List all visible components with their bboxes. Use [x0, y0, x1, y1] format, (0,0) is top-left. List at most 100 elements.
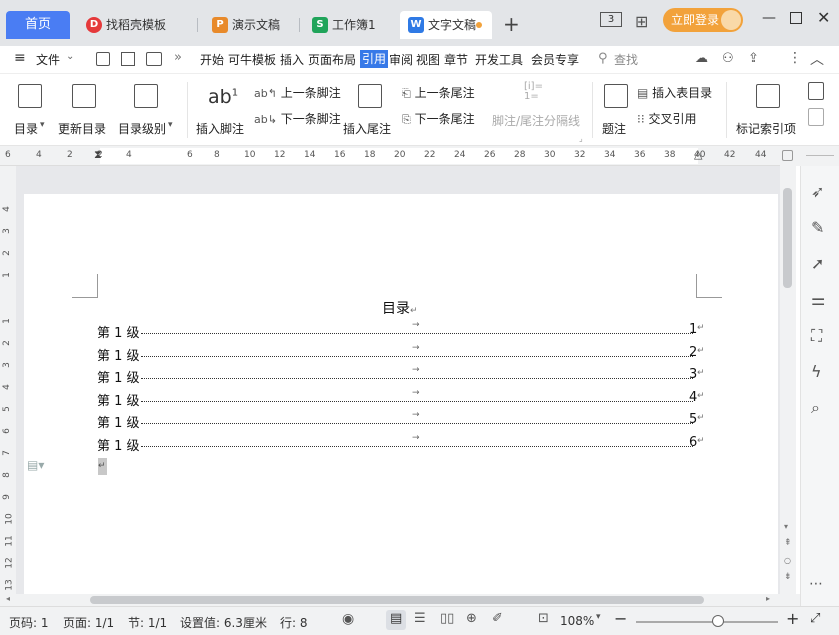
menu-tab-8[interactable]: 开发工具 [475, 51, 523, 68]
prev-page-icon[interactable]: ⇞ [784, 538, 792, 548]
document-page[interactable]: 目录↵ 第 1 级 → 1 ↵ 第 1 级 → 2 ↵ 第 1 级 → 3 ↵ 第 1 级 → 4 ↵ 第 1 … [24, 194, 778, 594]
page-status[interactable]: 页面: 1/1 [63, 614, 114, 631]
insert-table-toc-button[interactable]: ▤ 插入表目录 [637, 84, 712, 101]
more-dots-icon[interactable]: ⋯ [809, 576, 823, 592]
scroll-thumb[interactable] [90, 596, 704, 604]
indent-marker-icon[interactable]: ⧗ [94, 148, 102, 162]
toc-level-button[interactable]: 目录级别 ▾ [118, 82, 178, 140]
maximize-icon[interactable] [790, 12, 802, 24]
menu-tab-0[interactable]: 开始 [200, 51, 224, 68]
toc-entry[interactable]: 第 1 级 → 1 ↵ [97, 320, 709, 341]
insert-endnote-button[interactable]: 插入尾注 [343, 82, 395, 140]
mark-index-button[interactable]: 标记索引项 [736, 82, 800, 140]
cross-ref-button[interactable]: ⁝⁝ 交叉引用 [637, 110, 696, 127]
tab-template[interactable]: D 找稻壳模板 [78, 11, 198, 39]
new-tab-button[interactable]: + [503, 12, 520, 36]
tab-presentation[interactable]: P 演示文稿 [204, 11, 300, 39]
export-pdf-icon[interactable] [121, 52, 135, 66]
collaborate-icon[interactable]: ⚇ [722, 51, 734, 66]
share-icon[interactable]: ⇪ [748, 51, 759, 66]
fit-page-icon[interactable]: ⊡ [538, 611, 549, 626]
dialog-launcher-icon[interactable]: ⌟ [579, 134, 583, 143]
lightning-icon[interactable]: ϟ [811, 362, 822, 381]
menu-tab-3[interactable]: 页面布局 [308, 51, 356, 68]
fullscreen-icon[interactable]: ⤢ [810, 611, 820, 626]
update-index-icon[interactable] [808, 108, 824, 126]
scroll-right-icon[interactable]: ▸ [766, 594, 770, 603]
line-status[interactable]: 行: 8 [280, 614, 308, 631]
menu-tab-2[interactable]: 插入 [280, 51, 304, 68]
eye-icon[interactable]: ◉ [342, 611, 354, 627]
select-browse-icon[interactable]: ○ [784, 556, 791, 565]
cursor-paragraph-mark[interactable]: ↵ [98, 458, 107, 475]
setting-status[interactable]: 设置值: 6.3厘米 [180, 614, 267, 631]
tab-document[interactable]: W 文字文稿 [400, 11, 492, 39]
caption-button[interactable]: 题注 [600, 82, 632, 140]
menu-tab-5[interactable]: 审阅 [389, 51, 413, 68]
section-status[interactable]: 节: 1/1 [128, 614, 167, 631]
next-endnote-button[interactable]: ⎘ 下一条尾注 [402, 110, 475, 127]
hamburger-icon[interactable]: ≡ [14, 50, 26, 66]
reading-search-icon[interactable]: ⌕ [811, 398, 820, 418]
insert-footnote-button[interactable]: ab1 插入脚注 [196, 82, 246, 140]
pen-icon[interactable]: ✎ [811, 218, 824, 237]
menu-tab-9[interactable]: 会员专享 [531, 51, 579, 68]
zoom-slider-knob[interactable] [712, 615, 725, 627]
write-mode-icon[interactable]: ✐ [492, 611, 503, 626]
save-icon[interactable] [96, 52, 110, 66]
cloud-sync-icon[interactable]: ☁ [695, 51, 708, 66]
zoom-dropdown-icon[interactable]: ▾ [596, 612, 601, 622]
ruler-toggle-icon[interactable] [782, 150, 793, 161]
rocket-icon[interactable]: ➶ [811, 182, 824, 201]
select-cursor-icon[interactable]: ➚ [811, 254, 824, 273]
vertical-scrollbar[interactable]: ▾ ⇞ ○ ⇟ [780, 166, 796, 594]
zoom-in-button[interactable]: + [786, 609, 799, 628]
insert-index-icon[interactable] [808, 82, 824, 100]
horizontal-ruler[interactable]: 6 4 2 2 4 6 8 10 12 14 16 18 20 22 24 26 28 30 32 34 36 38 40 4… [0, 146, 780, 166]
toc-entry[interactable]: 第 1 级 → 3 ↵ [97, 365, 709, 386]
zoom-slider[interactable] [636, 621, 778, 623]
collapse-ribbon-icon[interactable]: ︿ [810, 49, 824, 69]
next-footnote-button[interactable]: ab↳ 下一条脚注 [254, 110, 341, 127]
search-icon[interactable]: ⚲ [598, 51, 608, 66]
page-code-status[interactable]: 页码: 1 [9, 614, 49, 631]
outline-view-icon[interactable]: ☰ [414, 611, 426, 626]
close-icon[interactable]: ✕ [817, 8, 830, 27]
tab-workbook[interactable]: S 工作簿1 [304, 11, 396, 39]
reading-view-icon[interactable]: ▯▯ [440, 611, 454, 626]
toc-entry[interactable]: 第 1 级 → 5 ↵ [97, 410, 709, 431]
login-button[interactable]: 立即登录 [663, 8, 743, 32]
menu-tab-7[interactable]: 章节 [444, 51, 468, 68]
style-icon[interactable]: ⛶ [811, 326, 822, 346]
menu-file[interactable]: 文件 [36, 51, 60, 68]
zoom-level[interactable]: 108% [560, 614, 594, 628]
print-icon[interactable] [146, 52, 162, 66]
vertical-ruler[interactable]: 4 3 2 1 1 2 3 4 5 6 7 8 9 10 11 12 13 [0, 166, 16, 594]
horizontal-scrollbar[interactable]: ◂ ▸ [0, 594, 800, 606]
adjust-sliders-icon[interactable]: ⚌ [811, 290, 825, 309]
prev-endnote-button[interactable]: ⎗ 上一条尾注 [402, 84, 475, 101]
grid-icon[interactable]: ⊞ [635, 12, 648, 31]
toc-entry[interactable]: 第 1 级 → 4 ↵ [97, 388, 709, 409]
zoom-out-button[interactable]: − [614, 609, 627, 628]
scroll-left-icon[interactable]: ◂ [6, 594, 10, 603]
scroll-down-icon[interactable]: ▾ [784, 522, 788, 531]
more-chevron-icon[interactable]: » [174, 50, 182, 65]
toc-entry[interactable]: 第 1 级 → 6 ↵ [97, 433, 709, 454]
next-page-icon[interactable]: ⇟ [784, 572, 792, 582]
prev-footnote-button[interactable]: ab↰ 上一条脚注 [254, 84, 341, 101]
right-indent-icon[interactable]: △ [694, 148, 702, 161]
tab-home[interactable]: 首页 [6, 11, 70, 39]
window-count-icon[interactable]: 3 [600, 12, 622, 27]
scroll-thumb[interactable] [783, 188, 792, 288]
menu-tab-4[interactable]: 引用 [360, 50, 389, 68]
search-input[interactable]: 查找 [614, 51, 638, 68]
separator-line-button[interactable]: [i]= 1= 脚注/尾注分隔线 [492, 82, 584, 140]
minimize-icon[interactable]: — [762, 10, 776, 26]
more-options-icon[interactable]: ⋮ [788, 50, 802, 66]
menu-tab-1[interactable]: 可牛模板 [228, 51, 276, 68]
toc-entry[interactable]: 第 1 级 → 2 ↵ [97, 343, 709, 364]
paragraph-handle-icon[interactable]: ▤▾ [27, 458, 44, 472]
web-view-icon[interactable]: ⊕ [466, 611, 477, 626]
update-toc-button[interactable]: 更新目录 [58, 82, 110, 140]
